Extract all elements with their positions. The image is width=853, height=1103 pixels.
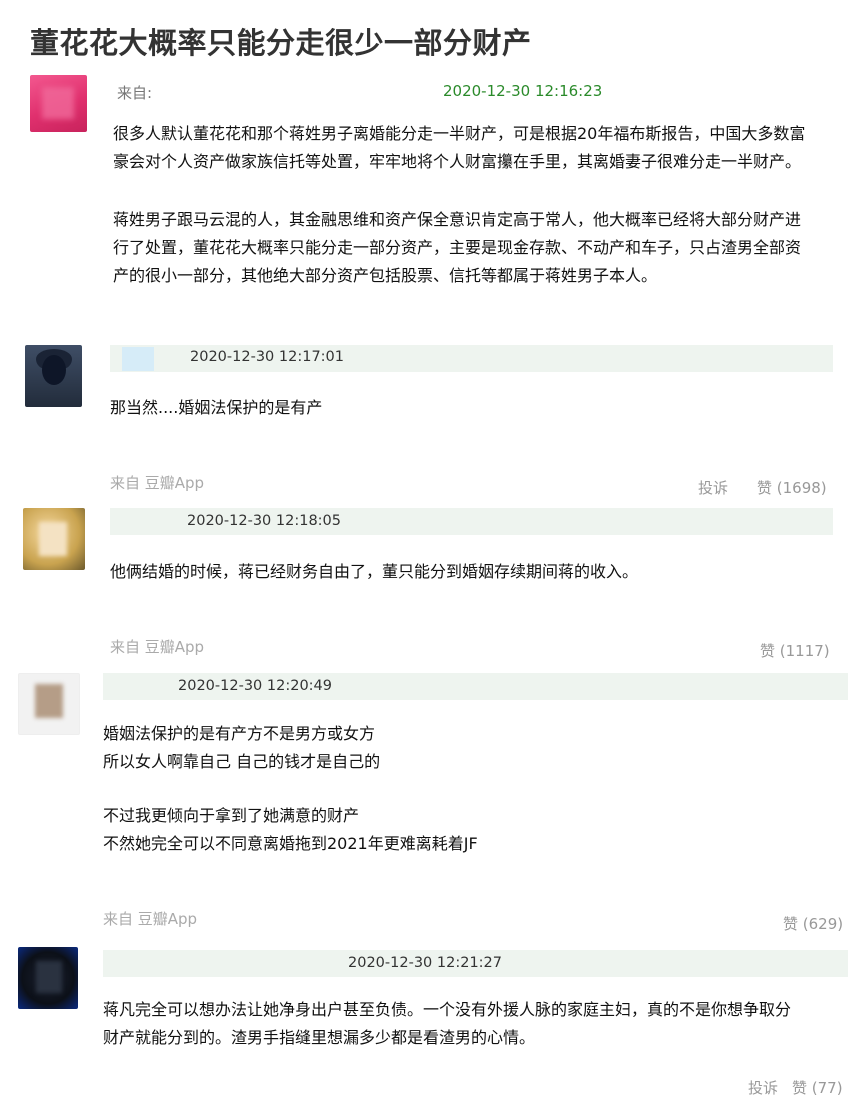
comment-text: 他俩结婚的时候，蒋已经财务自由了，董只能分到婚姻存续期间蒋的收入。	[110, 562, 639, 581]
post-text-line: 行了处置，董花花大概率只能分走一部分资产，主要是现金存款、不动产和车子，只占渣男…	[113, 238, 802, 257]
report-button[interactable]: 投诉	[698, 477, 728, 498]
like-button[interactable]: 赞 (1698)	[757, 477, 827, 498]
comment-text: 那当然....婚姻法保护的是有产	[110, 398, 323, 417]
post-paragraph-2: 蒋姓男子跟马云混的人，其金融思维和资产保全意识肯定高于常人，他大概率已经将大部分…	[113, 206, 833, 290]
post-text-line: 蒋姓男子跟马云混的人，其金融思维和资产保全意识肯定高于常人，他大概率已经将大部分…	[113, 210, 802, 229]
commenter-avatar[interactable]	[18, 947, 78, 1009]
commenter-avatar[interactable]	[25, 345, 82, 407]
post-text-line: 豪会对个人资产做家族信托等处置，牢牢地将个人财富攥在手里，其离婚妻子很难分走一半…	[113, 152, 802, 171]
like-button[interactable]: 赞 (629)	[783, 913, 843, 934]
report-button[interactable]: 投诉	[748, 1077, 778, 1098]
comment-text-line: 婚姻法保护的是有产方不是男方或女方	[103, 724, 376, 743]
comment-text: 不过我更倾向于拿到了她满意的财产 不然她完全可以不同意离婚拖到2021年更难离耗…	[103, 802, 478, 858]
comment-source: 来自 豆瓣App	[110, 638, 205, 656]
comment-text-line: 不然她完全可以不同意离婚拖到2021年更难离耗着JF	[103, 834, 478, 853]
comment-timestamp: 2020-12-30 12:17:01	[190, 349, 344, 365]
commenter-avatar[interactable]	[23, 508, 85, 570]
comment-source: 来自 豆瓣App	[110, 474, 205, 492]
comment-timestamp: 2020-12-30 12:20:49	[178, 678, 332, 694]
post-text-line: 很多人默认董花花和那个蒋姓男子离婚能分走一半财产，可是根据20年福布斯报告，中国…	[113, 124, 806, 143]
comment-timestamp: 2020-12-30 12:21:27	[348, 955, 502, 971]
comment-text-line: 不过我更倾向于拿到了她满意的财产	[103, 806, 360, 825]
username-redacted[interactable]	[122, 347, 154, 371]
comment-text: 婚姻法保护的是有产方不是男方或女方 所以女人啊靠自己 自己的钱才是自己的	[103, 720, 380, 776]
comment-text: 蒋凡完全可以想办法让她净身出户甚至负债。一个没有外援人脉的家庭主妇，真的不是你想…	[103, 996, 848, 1052]
post-paragraph-1: 很多人默认董花花和那个蒋姓男子离婚能分走一半财产，可是根据20年福布斯报告，中国…	[113, 120, 833, 176]
comment-text-line: 财产就能分到的。渣男手指缝里想漏多少都是看渣男的心情。	[103, 1028, 536, 1047]
page-title: 董花花大概率只能分走很少一部分财产	[30, 26, 532, 60]
post-text-line: 产的很小一部分，其他绝大部分资产包括股票、信托等都属于蒋姓男子本人。	[113, 266, 658, 285]
commenter-avatar[interactable]	[18, 673, 80, 735]
post-timestamp: 2020-12-30 12:16:23	[443, 82, 603, 100]
comment-text-line: 蒋凡完全可以想办法让她净身出户甚至负债。一个没有外援人脉的家庭主妇，真的不是你想…	[103, 1000, 792, 1019]
comment-text-line: 所以女人啊靠自己 自己的钱才是自己的	[103, 752, 381, 771]
comment-timestamp: 2020-12-30 12:18:05	[187, 513, 341, 529]
comment-source: 来自 豆瓣App	[103, 910, 198, 928]
author-avatar[interactable]	[30, 75, 87, 132]
post-from-label: 来自:	[117, 84, 153, 102]
like-button[interactable]: 赞 (1117)	[760, 640, 830, 661]
like-button[interactable]: 赞 (77)	[792, 1077, 843, 1098]
